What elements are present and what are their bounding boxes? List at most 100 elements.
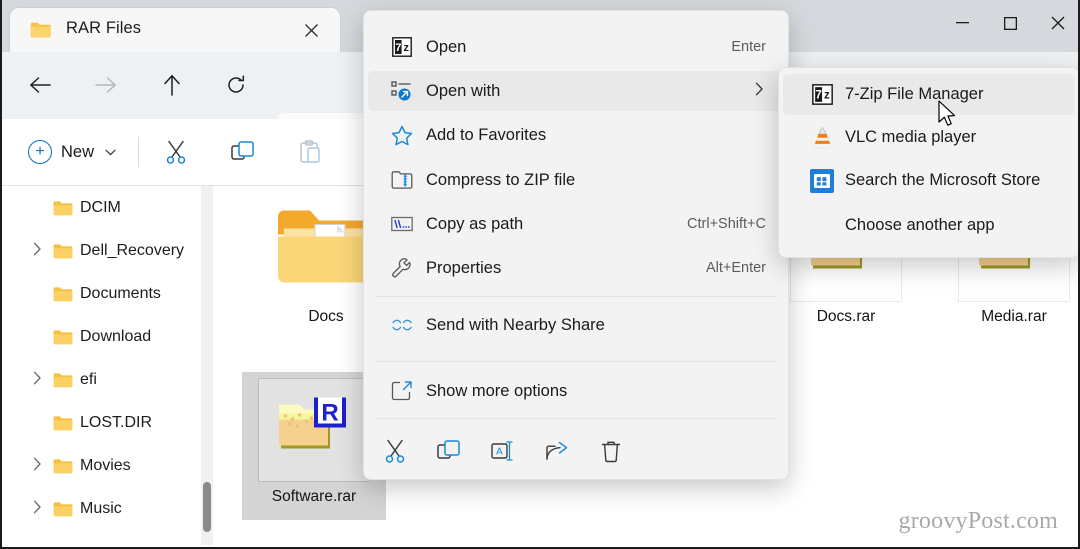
file-label: Docs.rar [816, 308, 876, 325]
chevron-down-icon [105, 145, 116, 159]
context-menu-item-show-more-options[interactable]: Show more options [368, 371, 784, 411]
tree-item[interactable]: › Documents [4, 272, 201, 315]
chevron-right-icon[interactable] [30, 457, 44, 474]
submenu-item-7zip-file-manager[interactable]: 7 z 7-Zip File Manager [783, 74, 1075, 115]
tree-item-label: Download [80, 327, 152, 345]
microsoft-store-icon [809, 168, 835, 194]
chevron-right-icon [755, 82, 764, 100]
window-controls [938, 0, 1078, 46]
tree-item-label: Dell_Recovery [80, 241, 185, 259]
delete-icon[interactable] [594, 434, 628, 468]
folder-icon [30, 21, 51, 38]
tree-item-label: efi [80, 370, 97, 388]
context-menu-item-accelerator: Enter [731, 39, 766, 55]
folder-icon [53, 200, 73, 216]
new-button-label: New [61, 142, 95, 161]
new-button[interactable]: + New [28, 137, 116, 167]
share-icon[interactable] [540, 434, 574, 468]
tree-item-label: Movies [80, 456, 131, 474]
submenu-item-search-microsoft-store[interactable]: Search the Microsoft Store [783, 160, 1075, 201]
context-menu-divider [376, 296, 776, 297]
context-menu-item-compress-to-zip[interactable]: Compress to ZIP file [368, 160, 784, 200]
close-button[interactable] [1034, 0, 1078, 46]
forward-button[interactable] [86, 65, 126, 105]
up-button[interactable] [152, 65, 192, 105]
chevron-right-icon[interactable] [30, 371, 44, 388]
context-menu-item-properties[interactable]: Properties Alt+Enter [368, 248, 784, 288]
open-with-submenu: 7 z 7-Zip File Manager VLC media player [778, 67, 1078, 258]
svg-text:z: z [824, 90, 830, 102]
tab-title: RAR Files [66, 19, 142, 37]
context-menu-item-label: Copy as path [426, 214, 524, 233]
submenu-item-vlc-media-player[interactable]: VLC media player [783, 117, 1075, 158]
minimize-button[interactable] [938, 0, 986, 46]
context-menu-item-label: Properties [426, 258, 502, 277]
context-menu-item-label: Show more options [426, 381, 568, 400]
7zip-icon: 7 z [390, 35, 414, 59]
command-bar-divider [138, 137, 139, 167]
tree-scrollbar-thumb[interactable] [203, 482, 211, 532]
watermark: groovyPost.com [898, 508, 1058, 534]
tree-item[interactable]: › DCIM [4, 186, 201, 229]
copy-button[interactable] [226, 136, 260, 168]
cut-icon[interactable] [378, 434, 412, 468]
zip-folder-icon [390, 168, 414, 192]
context-menu-item-open-with[interactable]: Open with [368, 71, 784, 111]
file-explorer-window: RAR Files + New DCIM Dell_Recovery Docum… [0, 0, 1080, 549]
svg-text:7: 7 [395, 42, 401, 54]
chevron-right-icon[interactable] [30, 242, 44, 259]
tree-item-label: DCIM [80, 198, 121, 216]
tree-item[interactable]: Movies [4, 444, 201, 487]
wrench-icon [390, 256, 414, 280]
refresh-button[interactable] [216, 65, 256, 105]
rename-icon[interactable]: A [486, 434, 520, 468]
tree-item[interactable]: efi [4, 358, 201, 401]
context-menu-icon-row: A [364, 423, 788, 479]
tab-rar-files[interactable]: RAR Files [10, 8, 340, 52]
folder-icon [53, 501, 73, 517]
context-menu-divider [376, 361, 776, 362]
back-button[interactable] [20, 65, 60, 105]
copy-icon[interactable] [432, 434, 466, 468]
folder-icon [53, 415, 73, 431]
svg-text:7: 7 [815, 90, 821, 102]
context-menu-item-label: Open [426, 37, 467, 56]
context-menu-item-label: Open with [426, 81, 501, 100]
cut-button[interactable] [159, 136, 193, 168]
plus-circle-icon: + [28, 140, 52, 164]
context-menu-item-send-with-nearby-share[interactable]: Send with Nearby Share [368, 305, 784, 345]
file-label: Software.rar [271, 488, 357, 505]
tree-item-label: Documents [80, 284, 161, 302]
file-thumbnail: R [258, 378, 370, 482]
folder-icon [53, 458, 73, 474]
folder-icon [53, 286, 73, 302]
chevron-right-icon[interactable] [30, 500, 44, 517]
submenu-item-label: 7-Zip File Manager [845, 85, 984, 103]
tree-item[interactable]: Music [4, 487, 201, 530]
submenu-item-choose-another-app[interactable]: Choose another app [783, 205, 1075, 246]
navigation-tree[interactable]: › DCIM Dell_Recovery › Documents › [4, 186, 201, 545]
vlc-cone-icon [809, 125, 835, 151]
paste-button[interactable] [293, 136, 327, 168]
submenu-item-label: Search the Microsoft Store [845, 171, 1041, 189]
show-more-options-icon [390, 379, 414, 403]
svg-text:R: R [321, 400, 338, 427]
tree-item[interactable]: › Download [4, 315, 201, 358]
tab-close-icon[interactable] [300, 19, 322, 41]
nearby-share-icon [390, 313, 414, 337]
submenu-item-label: VLC media player [845, 128, 977, 146]
context-menu-item-open[interactable]: 7 z Open Enter [368, 27, 784, 67]
context-menu-item-add-to-favorites[interactable]: Add to Favorites [368, 115, 784, 155]
svg-text:z: z [403, 42, 409, 54]
folder-icon [53, 329, 73, 345]
folder-icon [53, 243, 73, 259]
context-menu: 7 z Open Enter Open with Add to Favorite… [363, 10, 789, 480]
tree-item[interactable]: › LOST.DIR [4, 401, 201, 444]
context-menu-divider [376, 418, 776, 419]
tree-item-label: Music [80, 499, 122, 517]
context-menu-item-copy-as-path[interactable]: Copy as path Ctrl+Shift+C [368, 204, 784, 244]
tree-item-label: LOST.DIR [80, 413, 153, 431]
tree-item[interactable]: Dell_Recovery [4, 229, 201, 272]
maximize-button[interactable] [986, 0, 1034, 46]
file-label: Media.rar [981, 308, 1047, 325]
